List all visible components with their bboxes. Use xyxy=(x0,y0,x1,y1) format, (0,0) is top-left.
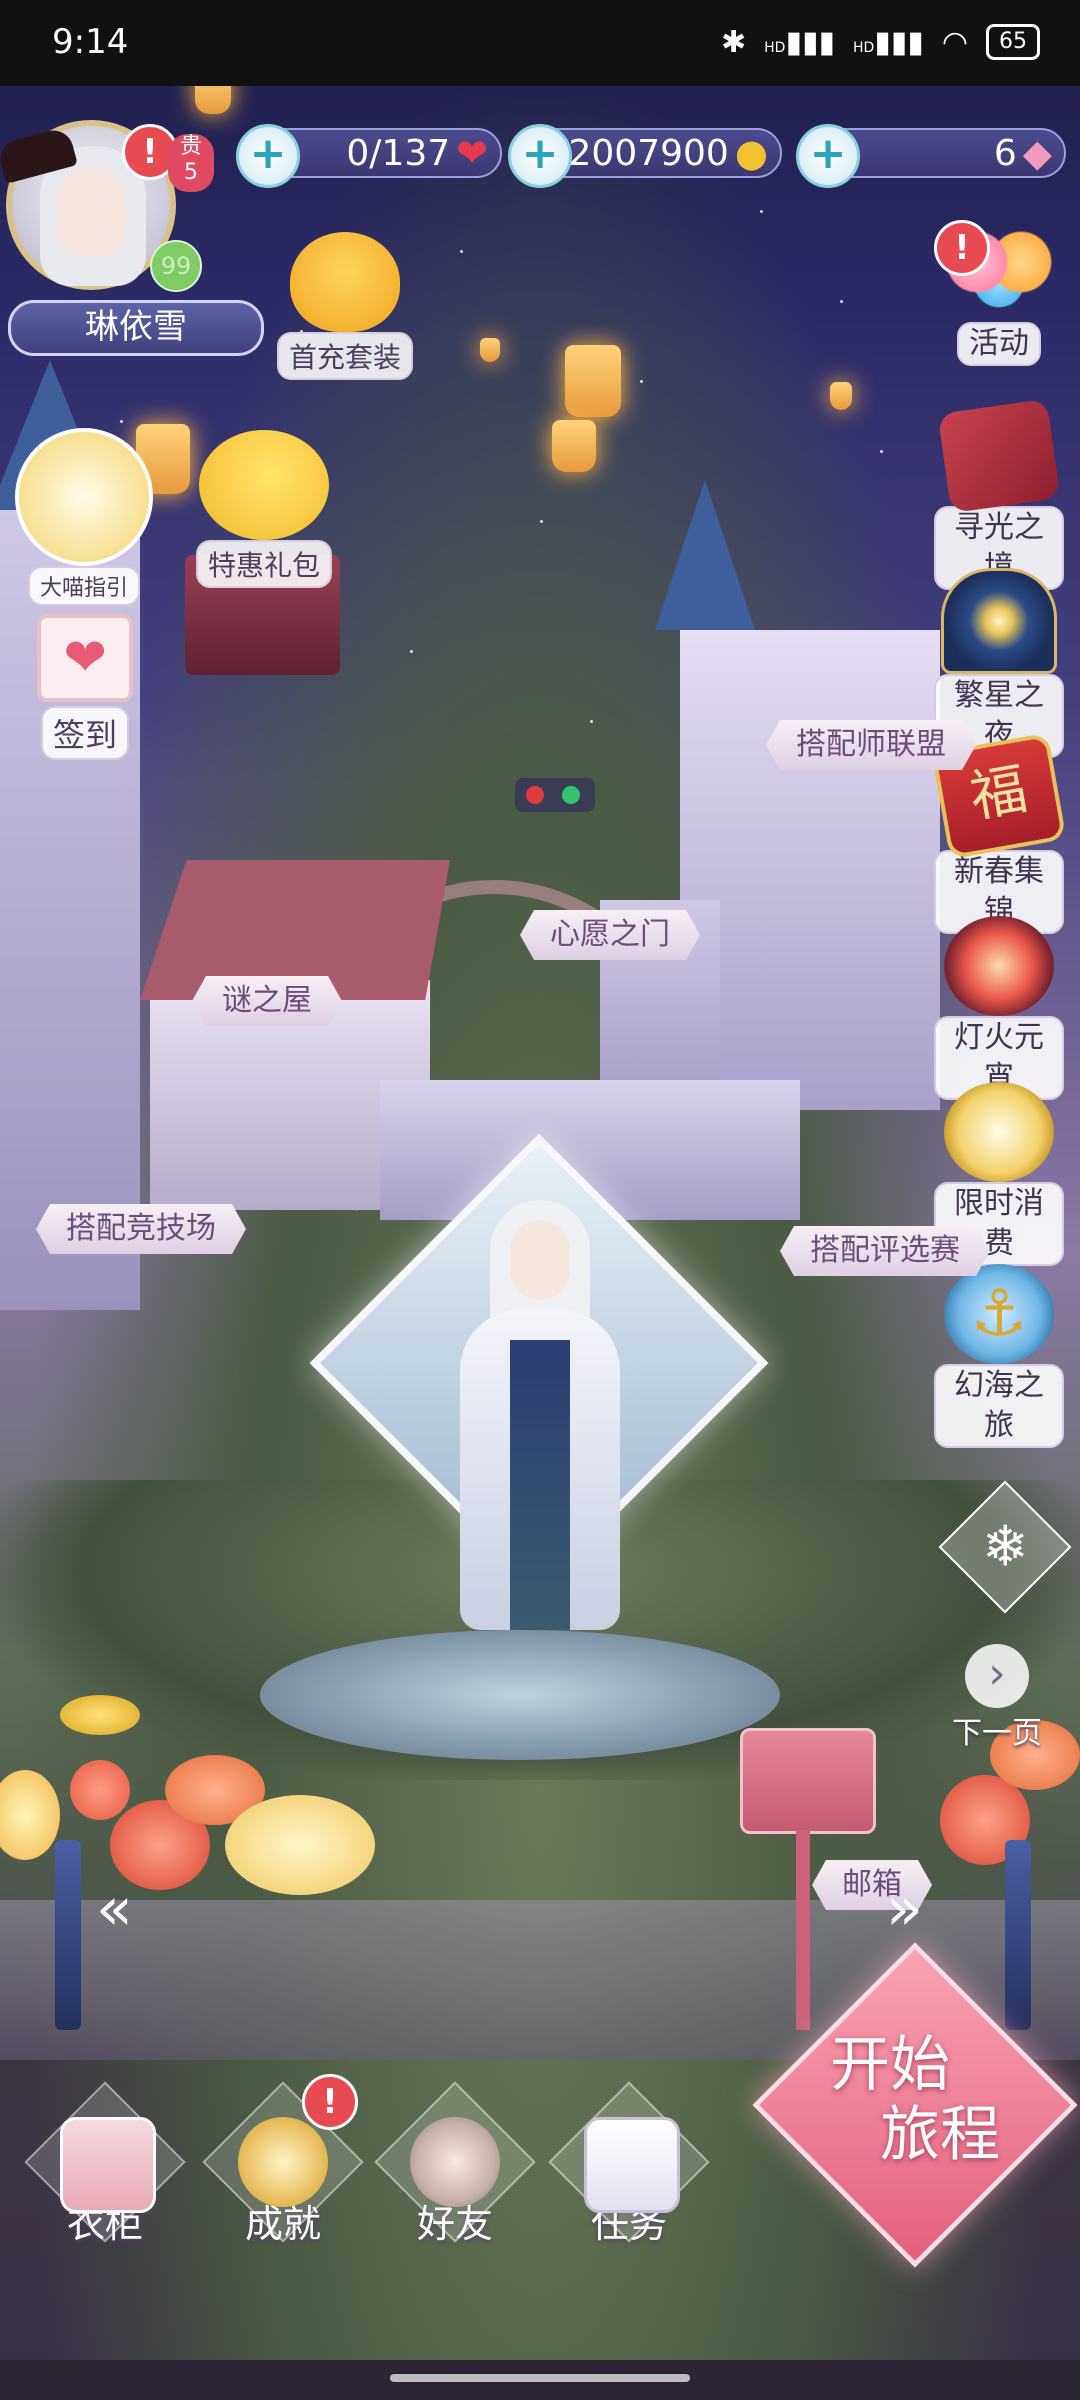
first-charge-button[interactable]: 首充套装 xyxy=(270,232,420,380)
sign-mystery-house[interactable]: 谜之屋 xyxy=(192,976,342,1026)
cat-guide-icon xyxy=(15,428,153,566)
dream-sea-button[interactable]: ⚓ 幻海之旅 xyxy=(934,1264,1064,1448)
sign-selection[interactable]: 搭配评选赛 xyxy=(780,1226,990,1276)
signin-button[interactable]: ❤ 签到 xyxy=(20,614,150,760)
mailbox[interactable] xyxy=(740,1728,876,1834)
special-pack-label: 特惠礼包 xyxy=(195,540,332,588)
bluetooth-icon: ✱ xyxy=(720,24,747,60)
seek-light-button[interactable]: 寻光之境 xyxy=(934,398,1064,590)
heart-icon: ❤ xyxy=(456,131,488,175)
star-window-icon xyxy=(941,568,1057,674)
nav-tasks[interactable]: 任务 xyxy=(548,2081,710,2248)
lantern-festival-button[interactable]: 灯火元宵 xyxy=(934,916,1064,1100)
spring-festival-button[interactable]: 福 新春集锦 xyxy=(931,732,1067,934)
clock-coins-icon xyxy=(944,1082,1054,1182)
mailbox-pole xyxy=(796,1830,810,2030)
start-journey-label[interactable]: 开始 旅程 xyxy=(820,2030,1040,2170)
sign-arena[interactable]: 搭配竞技场 xyxy=(36,1204,246,1254)
player-name[interactable]: 琳依雪 xyxy=(8,300,264,356)
special-pack-button[interactable]: 特惠礼包 xyxy=(194,430,334,588)
diamond-value: 6 xyxy=(993,132,1017,174)
player-character[interactable] xyxy=(450,1190,630,1630)
add-gold-button[interactable]: + xyxy=(508,124,572,188)
add-stamina-button[interactable]: + xyxy=(236,124,300,188)
activity-label: 活动 xyxy=(957,322,1041,366)
home-indicator[interactable] xyxy=(390,2374,690,2382)
status-bar: 9:14 ✱ HD▮▮▮ HD▮▮▮ ◠ 65 xyxy=(0,0,1080,86)
sign-stylist-alliance[interactable]: 搭配师联盟 xyxy=(766,720,976,770)
nav-friends[interactable]: 好友 xyxy=(374,2081,536,2248)
status-icons: ✱ HD▮▮▮ HD▮▮▮ ◠ 65 xyxy=(721,24,1040,60)
add-diamond-button[interactable]: + xyxy=(796,124,860,188)
pig-icon xyxy=(290,232,400,332)
task-list-icon xyxy=(584,2117,680,2213)
guide-button[interactable]: 大喵指引 xyxy=(14,428,154,606)
activity-alert-icon: ! xyxy=(934,220,990,276)
stamina-bar[interactable]: + 0/137 ❤ xyxy=(236,124,502,188)
medal-icon xyxy=(238,2117,328,2207)
snowflake-button[interactable]: ❄ xyxy=(938,1480,1072,1614)
next-page-label: 下一页 xyxy=(952,1716,1042,1751)
map-scroll-icon xyxy=(937,398,1061,514)
gold-bar[interactable]: + 12007900 ● xyxy=(508,124,782,188)
vip-badge[interactable]: 贵5 xyxy=(168,134,214,192)
stamina-value: 0/137 xyxy=(346,132,451,174)
achievements-alert-icon: ! xyxy=(302,2074,358,2130)
level-badge: 99 xyxy=(150,240,202,292)
status-time: 9:14 xyxy=(52,22,129,62)
guide-label: 大喵指引 xyxy=(27,566,140,606)
sign-wish-gate[interactable]: 心愿之门 xyxy=(520,910,700,960)
signin-label: 签到 xyxy=(40,706,129,760)
nav-wardrobe[interactable]: 衣柜 xyxy=(24,2081,186,2248)
friends-icon xyxy=(410,2117,500,2207)
battery-indicator: 65 xyxy=(986,24,1040,60)
wardrobe-icon xyxy=(60,2117,156,2213)
diamond-bar[interactable]: + 6 ◆ xyxy=(796,124,1066,188)
dream-sea-label: 幻海之旅 xyxy=(934,1364,1064,1448)
wifi-icon: ◠ xyxy=(941,24,968,60)
snowflake-icon: ❄ xyxy=(938,1480,1072,1614)
scroll-right-arrow-icon[interactable]: » xyxy=(886,1874,923,1944)
signal-icon: HD▮▮▮ xyxy=(764,24,835,60)
gold-coin-icon: ● xyxy=(734,131,768,175)
lantern-icon xyxy=(944,916,1054,1016)
anchor-icon: ⚓ xyxy=(944,1264,1054,1364)
gold-value: 12007900 xyxy=(545,132,729,174)
signal-icon-2: HD▮▮▮ xyxy=(852,24,924,60)
next-page-button[interactable]: › 下一页 xyxy=(932,1644,1062,1752)
first-charge-label: 首充套装 xyxy=(276,332,413,380)
scroll-left-arrow-icon[interactable]: « xyxy=(96,1874,133,1944)
chick-coins-icon xyxy=(199,430,329,540)
avatar-face xyxy=(57,166,127,256)
diamond-gem-icon: ◆ xyxy=(1022,131,1052,175)
next-arrow-icon: › xyxy=(965,1644,1029,1708)
calendar-heart-icon: ❤ xyxy=(37,614,133,702)
